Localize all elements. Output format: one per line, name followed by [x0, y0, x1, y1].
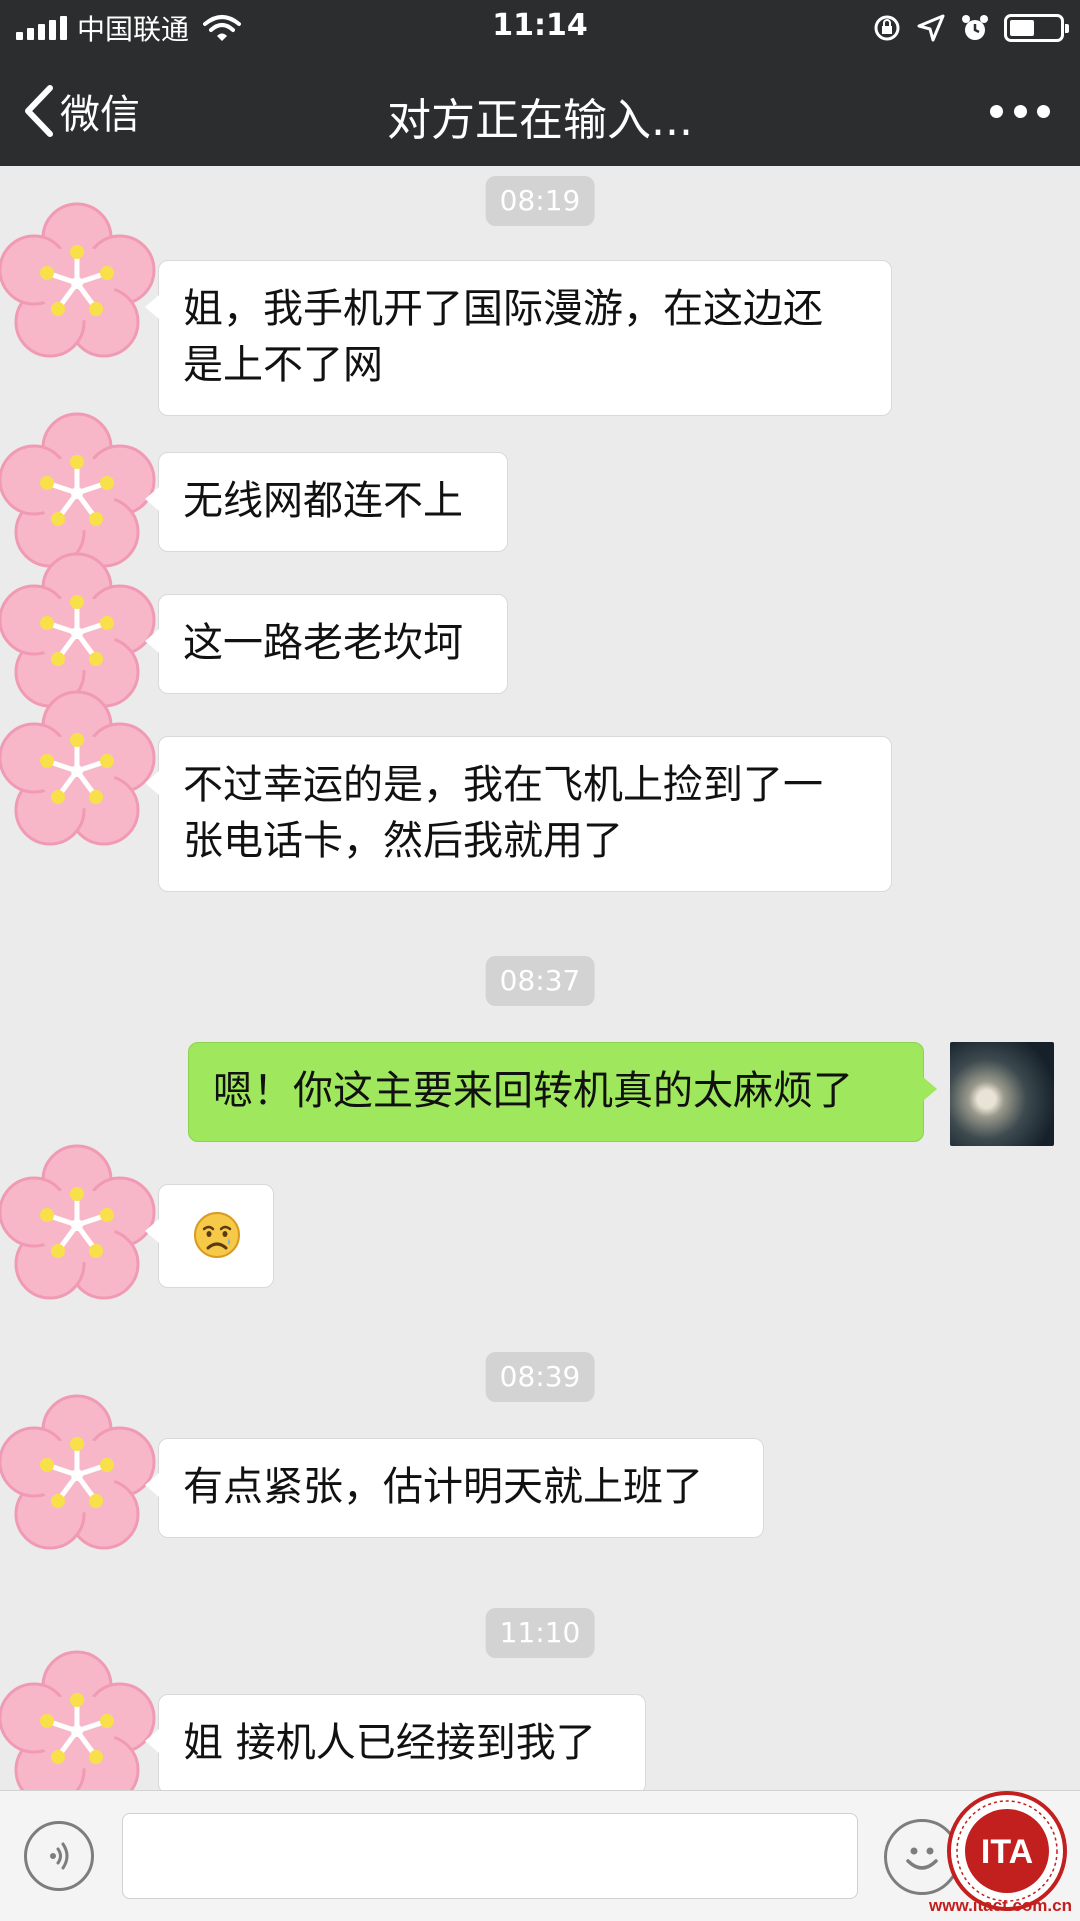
status-right	[872, 10, 1069, 46]
contact-avatar[interactable]	[0, 688, 160, 854]
ita-logo-watermark: ITA	[947, 1791, 1067, 1911]
message-text-line: 张电话卡，然后我就用了	[183, 818, 623, 864]
battery-icon	[1004, 14, 1069, 42]
message-bubble-received[interactable]: 有点紧张，估计明天就上班了	[145, 1438, 764, 1538]
timestamp: 08:19	[485, 176, 595, 226]
message-bubble-received[interactable]: 这一路老老坎坷	[145, 594, 508, 694]
message-text: 嗯！你这主要来回转机真的太麻烦了	[213, 1068, 853, 1114]
alarm-clock-icon	[962, 15, 988, 40]
chat-title: 对方正在输入...	[387, 95, 693, 146]
message-text: 这一路老老坎坷	[183, 620, 463, 666]
message-bubble-received[interactable]	[145, 1184, 274, 1288]
contact-avatar[interactable]	[0, 1648, 160, 1790]
more-dot-icon	[1013, 104, 1027, 118]
more-dot-icon	[990, 104, 1003, 118]
more-options-button[interactable]	[990, 86, 1050, 136]
message-bubble-received[interactable]: 无线网都连不上	[145, 452, 508, 552]
message-input[interactable]	[122, 1813, 858, 1899]
timestamp: 08:39	[485, 1352, 595, 1402]
rotation-lock-icon	[874, 15, 900, 41]
svg-text:ITA: ITA	[981, 1833, 1033, 1871]
message-text-line: 姐，我手机开了国际漫游，在这边还	[183, 286, 823, 332]
message-text: 无线网都连不上	[183, 478, 463, 524]
timestamp: 11:10	[485, 1608, 595, 1658]
message-bubble-sent[interactable]: 嗯！你这主要来回转机真的太麻烦了	[188, 1042, 937, 1142]
voice-input-button[interactable]	[24, 1821, 94, 1891]
voice-wave-icon	[50, 1842, 69, 1870]
more-dot-icon	[1037, 104, 1050, 118]
contact-avatar[interactable]	[0, 1142, 160, 1308]
watermark-url: www.itact.com.cn	[929, 1896, 1072, 1915]
message-bubble-received[interactable]: 姐，我手机开了国际漫游，在这边还 是上不了网	[145, 260, 892, 416]
message-text: 有点紧张，估计明天就上班了	[183, 1464, 703, 1510]
contact-avatar[interactable]	[0, 200, 160, 366]
nav-bar: 微信 对方正在输入...	[0, 56, 1080, 166]
timestamp: 08:37	[485, 956, 595, 1006]
status-bar: 中国联通 11:14	[0, 0, 1080, 56]
message-text-line: 不过幸运的是，我在飞机上捡到了一	[183, 762, 823, 808]
message-text-line: 是上不了网	[183, 342, 383, 388]
message-bubble-received[interactable]: 姐 接机人已经接到我了	[145, 1694, 646, 1790]
smiley-icon	[906, 1847, 938, 1870]
message-bubble-received[interactable]: 不过幸运的是，我在飞机上捡到了一 张电话卡，然后我就用了	[145, 736, 892, 892]
chat-area[interactable]: 08:19 姐，我手机开了国际漫游，在这边还 是上不了网 无线网都连不上 这一路…	[0, 166, 1080, 1790]
location-arrow-icon	[917, 14, 945, 42]
contact-avatar[interactable]	[0, 1392, 160, 1558]
input-bar	[0, 1790, 1080, 1921]
my-avatar[interactable]	[950, 1042, 1054, 1146]
sad-face-icon	[194, 1212, 240, 1258]
message-text: 姐 接机人已经接到我了	[183, 1720, 596, 1766]
